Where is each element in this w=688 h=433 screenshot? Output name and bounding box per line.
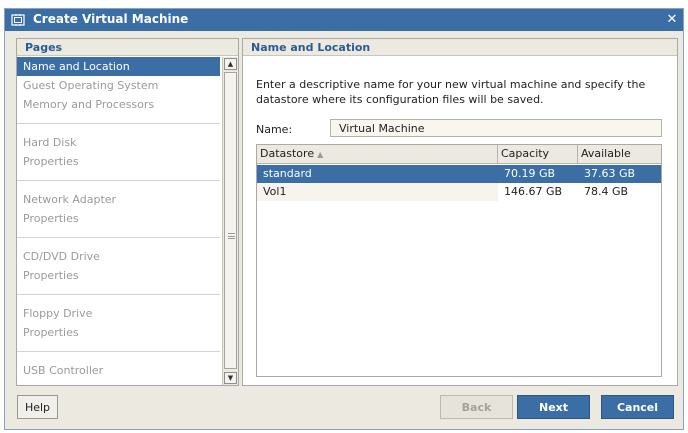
datastore-table: Datastore ▲ Capacity Available standard 70… — [256, 144, 662, 377]
pages-panel: Pages Name and Location Guest Operating S… — [16, 38, 239, 386]
page-item[interactable]: Properties — [17, 266, 220, 285]
sort-ascending-icon: ▲ — [317, 150, 324, 159]
scroll-down-icon[interactable]: ▼ — [224, 372, 237, 384]
page-list: Name and Location Guest Operating System M… — [17, 57, 220, 385]
cell-available: 78.4 GB — [584, 185, 629, 198]
page-item[interactable]: Guest Operating System — [17, 76, 220, 95]
table-header: Datastore ▲ Capacity Available — [257, 145, 661, 164]
group-separator — [17, 351, 220, 352]
page-item[interactable]: Properties — [17, 152, 220, 171]
table-row[interactable]: standard 70.19 GB 37.63 GB — [257, 165, 661, 183]
cell-available: 37.63 GB — [584, 167, 636, 180]
grip-icon — [228, 233, 235, 239]
create-vm-dialog: Create Virtual Machine ✕ Pages Name and … — [4, 8, 684, 430]
table-row[interactable]: Vol1 146.67 GB 78.4 GB — [257, 183, 661, 201]
close-icon[interactable]: ✕ — [665, 13, 679, 27]
content-header: Name and Location — [243, 39, 677, 56]
cell-datastore: Vol1 — [257, 183, 498, 201]
window-title: Create Virtual Machine — [33, 12, 189, 26]
page-item[interactable]: Floppy Drive — [17, 304, 220, 323]
page-item[interactable]: Hard Disk — [17, 133, 220, 152]
help-button[interactable]: Help — [17, 395, 58, 419]
cancel-button[interactable]: Cancel — [601, 395, 674, 419]
virtual-machine-icon — [11, 14, 25, 26]
page-item[interactable]: Properties — [17, 323, 220, 342]
page-item[interactable]: Memory and Processors — [17, 95, 220, 114]
next-button[interactable]: Next — [517, 395, 590, 419]
title-bar: Create Virtual Machine ✕ — [5, 9, 683, 31]
name-input[interactable] — [330, 119, 662, 137]
page-item[interactable]: CD/DVD Drive — [17, 247, 220, 266]
scroll-up-icon[interactable]: ▲ — [224, 58, 237, 70]
group-separator — [17, 237, 220, 238]
pages-scrollbar[interactable]: ▲ ▼ — [222, 57, 238, 385]
page-item[interactable]: Name and Location — [17, 57, 220, 76]
group-separator — [17, 123, 220, 124]
column-header-capacity[interactable]: Capacity — [498, 145, 578, 163]
column-header-datastore[interactable]: Datastore ▲ — [257, 145, 498, 163]
scroll-thumb[interactable] — [224, 72, 237, 369]
cell-datastore: standard — [263, 167, 312, 180]
page-item[interactable]: Properties — [17, 209, 220, 228]
back-button[interactable]: Back — [440, 395, 513, 419]
page-item[interactable]: Network Adapter — [17, 190, 220, 209]
pages-header: Pages — [17, 39, 238, 56]
group-separator — [17, 294, 220, 295]
name-label: Name: — [256, 123, 293, 136]
group-separator — [17, 180, 220, 181]
content-panel: Name and Location Enter a descriptive na… — [242, 38, 678, 386]
cell-capacity: 146.67 GB — [504, 185, 563, 198]
column-header-available[interactable]: Available — [578, 145, 661, 163]
description-text: Enter a descriptive name for your new vi… — [256, 78, 646, 106]
page-item[interactable]: USB Controller — [17, 361, 220, 380]
cell-capacity: 70.19 GB — [504, 167, 556, 180]
